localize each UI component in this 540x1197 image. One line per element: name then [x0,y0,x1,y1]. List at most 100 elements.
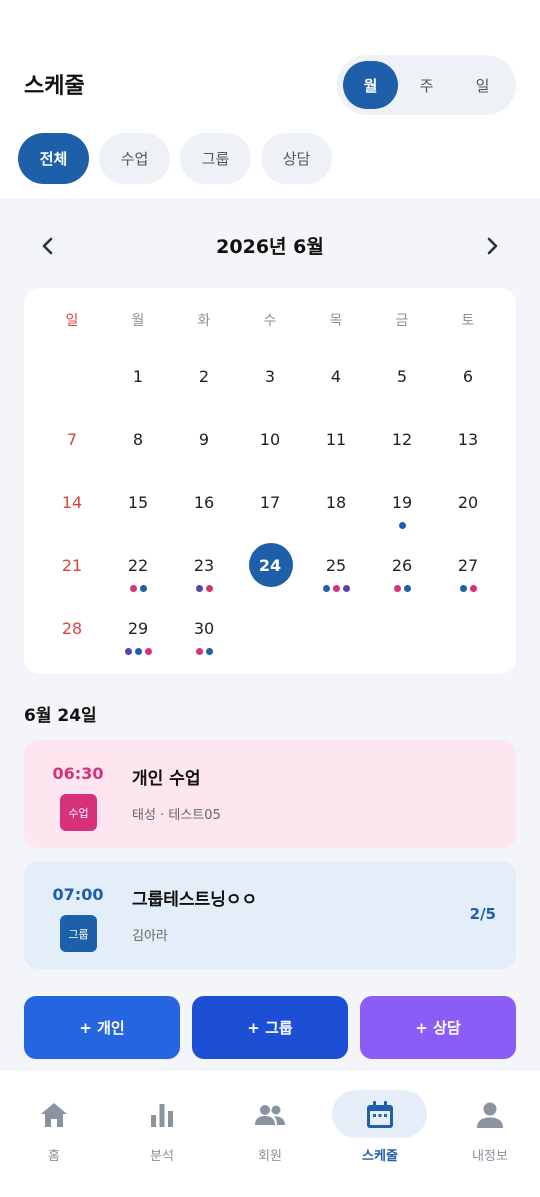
event-dot [124,648,132,655]
calendar-day[interactable]: 18 [303,480,369,538]
day-number-text: 10 [259,429,281,449]
day-number: 1 [105,354,171,398]
filter-consult-chip[interactable]: 상담 [261,133,332,184]
calendar-day[interactable]: 11 [303,417,369,475]
calendar-day[interactable]: 30 [171,606,237,664]
event-dot [144,648,152,655]
day-number-text: 29 [127,618,149,638]
calendar-day[interactable]: 21 [39,543,105,601]
day-number-text: 3 [264,366,276,386]
event-capacity: 2/5 [469,905,496,923]
view-week-button[interactable]: 주 [399,61,454,109]
day-number-text: 5 [396,366,408,386]
day-number-text: 18 [325,492,347,512]
weekday-thu: 목 [329,313,343,329]
day-number-text: 28 [61,618,83,638]
add-group-button[interactable]: + 그룹 [192,996,348,1059]
view-day-button[interactable]: 일 [455,61,510,109]
day-number-text: 15 [127,492,149,512]
view-month-button[interactable]: 월 [343,61,398,109]
calendar-day[interactable]: 20 [435,480,501,538]
event-dot [332,585,340,592]
top-panel: 스케줄 월 주 일 전체 수업 그룹 상담 [0,0,540,198]
calendar-day[interactable]: 27 [435,543,501,601]
weekday-tue: 화 [197,313,211,329]
calendar-day[interactable]: 6 [435,354,501,412]
day-number: 18 [303,480,369,524]
calendar-day[interactable]: 29 [105,606,171,664]
tab-label: 홈 [48,1149,60,1164]
calendar-day[interactable]: 13 [435,417,501,475]
calendar-day[interactable]: 25 [303,543,369,601]
calendar-day[interactable]: 28 [39,606,105,664]
event-dot [459,585,467,592]
calendar-day[interactable]: 23 [171,543,237,601]
day-number-text: 26 [391,555,413,575]
people-icon [255,1105,285,1125]
calendar-day[interactable]: 4 [303,354,369,412]
next-month-button[interactable] [476,230,508,262]
day-number: 22 [105,543,171,587]
add-private-button[interactable]: + 개인 [24,996,180,1059]
event-title: 개인 수업 [132,769,201,789]
event-time: 07:00 [52,885,104,904]
day-number: 12 [369,417,435,461]
home-icon [41,1103,67,1127]
tab-schedule[interactable]: 스케줄 [330,1071,438,1197]
filter-class-chip[interactable]: 수업 [99,133,170,184]
event-dots [171,585,237,592]
add-consult-button[interactable]: + 상담 [360,996,516,1059]
bar-chart-icon [151,1104,173,1127]
calendar-day[interactable]: 2 [171,354,237,412]
tab-profile[interactable]: 내정보 [436,1071,540,1197]
day-number: 28 [39,606,105,650]
day-number: 2 [171,354,237,398]
calendar-day[interactable]: 12 [369,417,435,475]
calendar-day[interactable]: 19 [369,480,435,538]
day-number-text: 13 [457,429,479,449]
calendar-day[interactable]: 26 [369,543,435,601]
day-number-text: 4 [330,366,342,386]
calendar-day[interactable]: 22 [105,543,171,601]
event-dots [369,585,435,592]
calendar-day[interactable]: 15 [105,480,171,538]
filter-group-chip[interactable]: 그룹 [180,133,251,184]
weekday-wed: 수 [263,313,277,329]
calendar-day[interactable]: 16 [171,480,237,538]
day-number: 15 [105,480,171,524]
day-number: 6 [435,354,501,398]
tab-members[interactable]: 회원 [216,1071,324,1197]
day-number-text: 22 [127,555,149,575]
calendar-day[interactable]: 10 [237,417,303,475]
event-dots [435,585,501,592]
selected-date-label: 6월 24일 [24,706,97,726]
tab-home[interactable]: 홈 [0,1071,108,1197]
day-number-text: 24 [258,555,282,575]
calendar-day[interactable]: 8 [105,417,171,475]
event-dot [139,585,147,592]
event-card[interactable]: 07:00 그룹 그룹테스트닝ㅇㅇ 김아라 2/5 [24,861,516,969]
tab-analysis[interactable]: 분석 [108,1071,216,1197]
event-card[interactable]: 06:30 수업 개인 수업 태성 · 테스트05 [24,740,516,848]
day-number: 19 [369,480,435,524]
day-number-text: 14 [61,492,83,512]
calendar-day[interactable]: 14 [39,480,105,538]
day-number: 7 [39,417,105,461]
day-number-text: 8 [132,429,144,449]
day-number: 17 [237,480,303,524]
calendar-day[interactable]: 1 [105,354,171,412]
day-number-text: 1 [132,366,144,386]
day-number-text: 21 [61,555,83,575]
calendar-day[interactable]: 7 [39,417,105,475]
bottom-tab-bar: 홈 분석 회원 스케줄 내정보 [0,1071,540,1197]
calendar-day[interactable]: 17 [237,480,303,538]
filter-all-chip[interactable]: 전체 [18,133,89,184]
day-number-text: 17 [259,492,281,512]
calendar-day[interactable]: 9 [171,417,237,475]
calendar-day[interactable]: 5 [369,354,435,412]
chevron-right-icon [487,237,498,255]
calendar-day[interactable]: 24 [237,543,303,601]
day-number-text: 30 [193,618,215,638]
event-dot [393,585,401,592]
calendar-day[interactable]: 3 [237,354,303,412]
